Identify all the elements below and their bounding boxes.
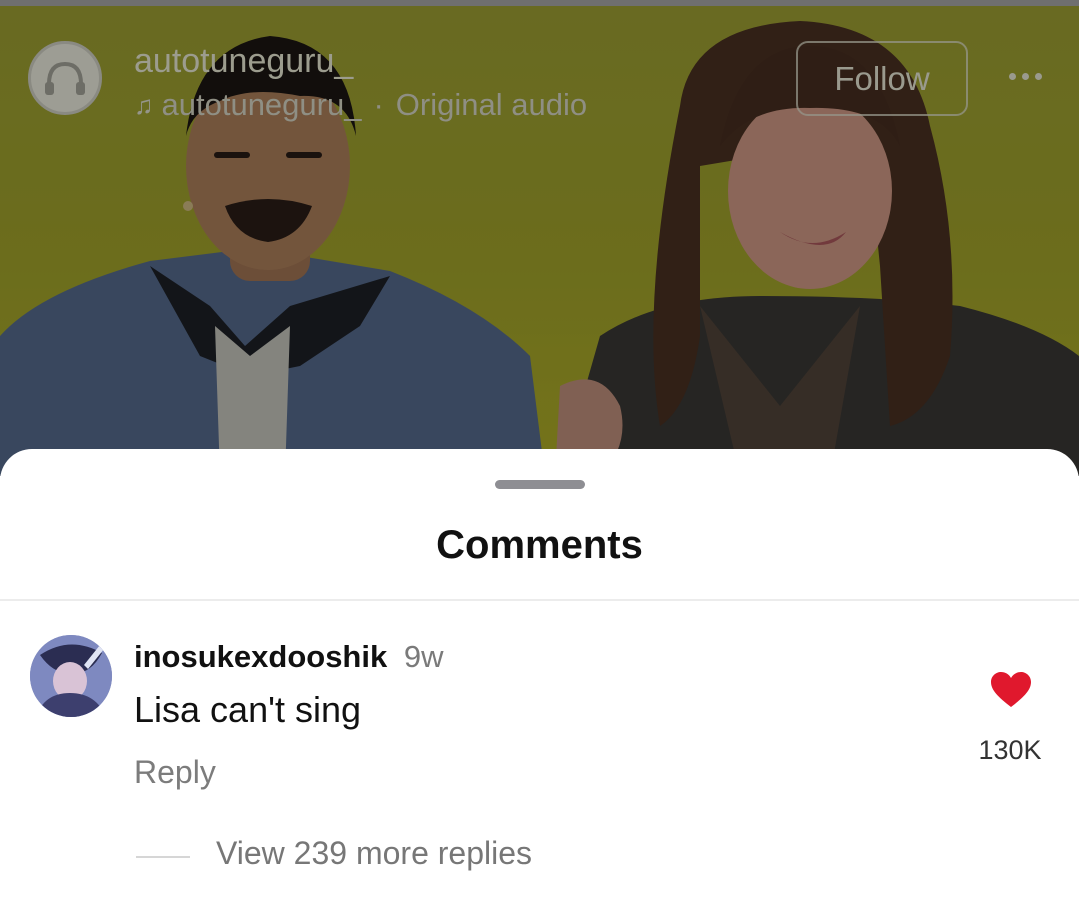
- headphones-icon: [45, 61, 85, 95]
- comment-header: inosukexdooshik 9w: [134, 639, 444, 675]
- reply-button[interactable]: Reply: [134, 754, 216, 791]
- audio-separator: ·: [373, 87, 384, 122]
- comment-timestamp: 9w: [403, 639, 444, 674]
- music-note-icon: ♫: [134, 89, 154, 120]
- sheet-title: Comments: [436, 523, 643, 567]
- video-player[interactable]: autotuneguru_ ♫ autotuneguru_ · Original…: [0, 6, 1079, 476]
- sheet-drag-handle[interactable]: [495, 480, 585, 489]
- follow-button[interactable]: Follow: [796, 41, 968, 116]
- commenter-avatar[interactable]: [30, 635, 112, 717]
- audio-attribution[interactable]: ♫ autotuneguru_ · Original audio: [134, 87, 587, 123]
- heart-filled-icon[interactable]: [990, 671, 1032, 709]
- audio-label: Original audio: [395, 87, 588, 122]
- view-more-replies-button[interactable]: View 239 more replies: [216, 835, 532, 872]
- header-divider: [0, 599, 1079, 601]
- account-username[interactable]: autotuneguru_: [134, 42, 353, 81]
- like-count: 130K: [978, 735, 1042, 765]
- more-options-icon[interactable]: [1002, 62, 1048, 90]
- comments-sheet: Comments inosukexdooshik 9w Lisa can't s…: [0, 449, 1079, 923]
- audio-artist: autotuneguru_: [161, 87, 362, 122]
- replies-connector-line: [136, 856, 190, 858]
- account-avatar[interactable]: [28, 41, 102, 115]
- commenter-username[interactable]: inosukexdooshik: [134, 639, 387, 674]
- comment-text: Lisa can't sing: [134, 689, 362, 730]
